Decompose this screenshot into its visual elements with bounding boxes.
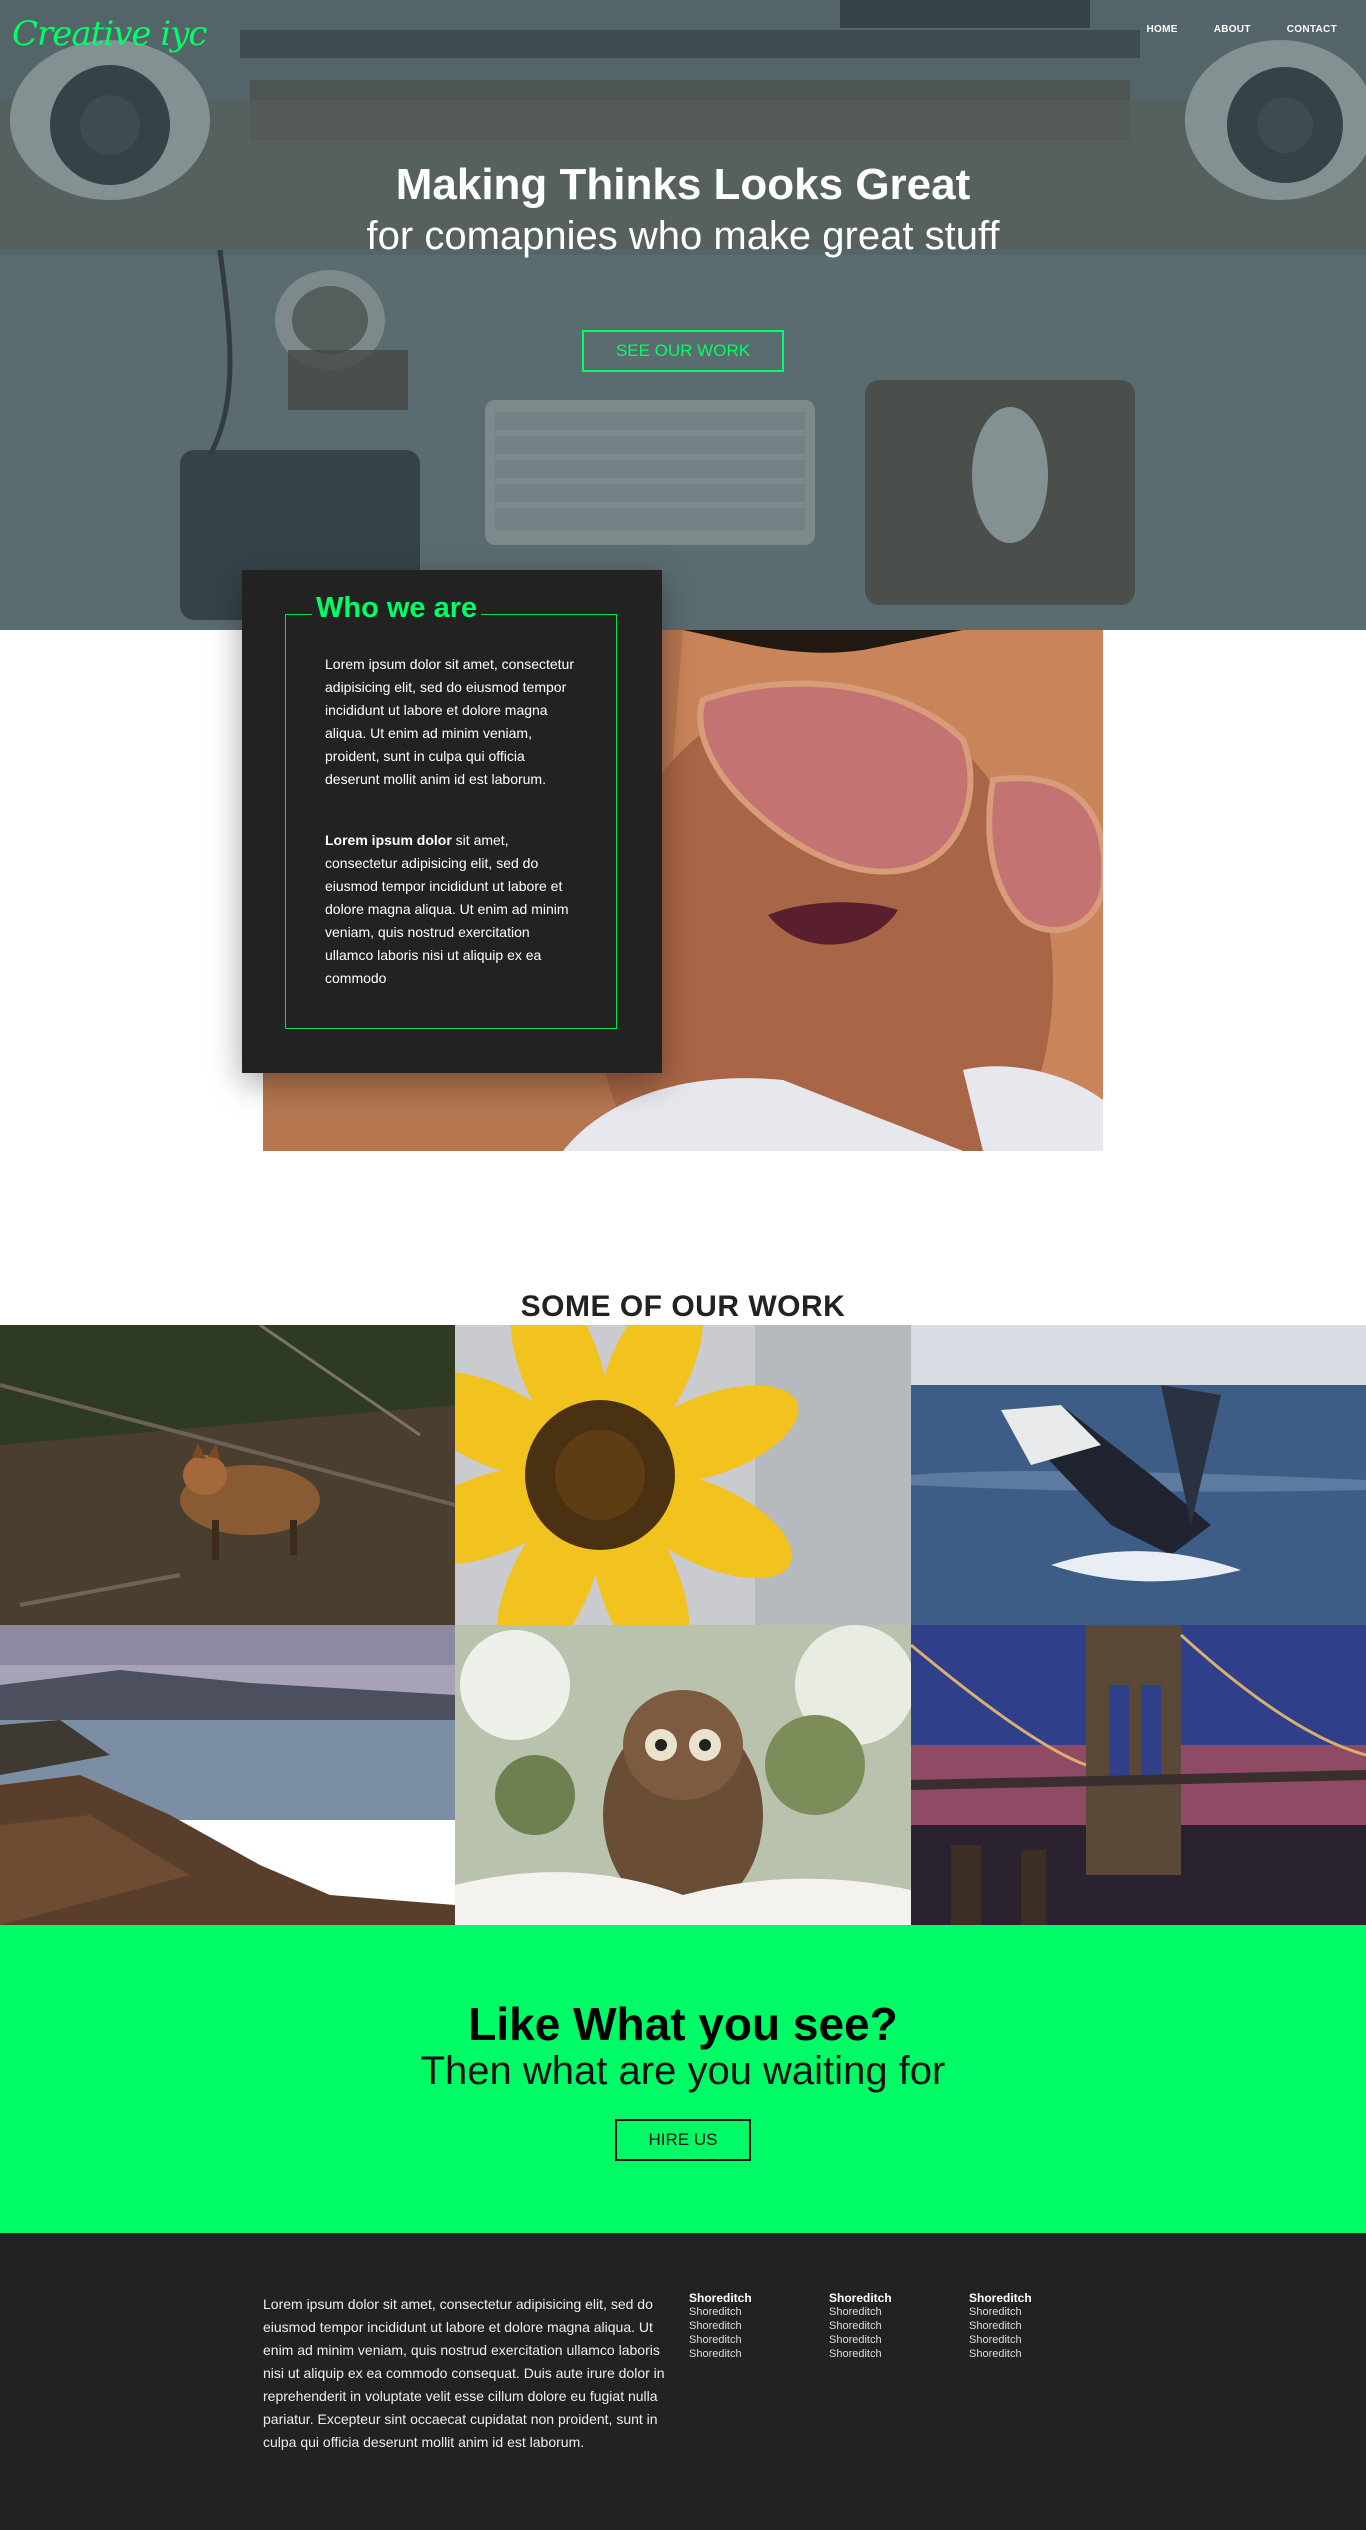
cta-subtitle: Then what are you waiting for xyxy=(420,2049,946,2093)
cta-section: Like What you see? Then what are you wai… xyxy=(0,1925,1366,2233)
work-title: SOME OF OUR WORK xyxy=(520,1290,846,1323)
footer-link[interactable]: Shoreditch xyxy=(969,2347,1089,2361)
about-paragraph-2: Lorem ipsum dolor sit amet, consectetur … xyxy=(325,829,575,990)
footer-link[interactable]: Shoreditch xyxy=(829,2319,949,2333)
work-gallery xyxy=(0,1325,1366,1925)
nav-contact-link[interactable]: CONTACT xyxy=(1287,24,1337,35)
footer-column-1: Shoreditch Shoreditch Shoreditch Shoredi… xyxy=(689,2291,809,2361)
footer-link[interactable]: Shoreditch xyxy=(829,2305,949,2319)
main-nav: HOME ABOUT CONTACT xyxy=(1146,24,1337,35)
footer-column-heading: Shoreditch xyxy=(689,2291,752,2305)
footer-link[interactable]: Shoreditch xyxy=(829,2347,949,2361)
about-paragraph-1: Lorem ipsum dolor sit amet, consectetur … xyxy=(325,656,574,787)
cta-title: Like What you see? xyxy=(468,1998,898,2050)
hero-overlay xyxy=(0,0,1366,630)
hire-us-button[interactable]: HIRE US xyxy=(615,2119,751,2161)
footer-text: Lorem ipsum dolor sit amet, consectetur … xyxy=(263,2296,665,2450)
footer-column-3: Shoreditch Shoreditch Shoreditch Shoredi… xyxy=(969,2291,1089,2361)
logo[interactable]: Creative iyc xyxy=(12,14,207,54)
who-we-are-title: Who we are xyxy=(312,592,482,625)
sunflower-photo[interactable] xyxy=(455,1325,911,1625)
footer-link[interactable]: Shoreditch xyxy=(689,2333,809,2347)
bridge-photo[interactable] xyxy=(911,1625,1366,1925)
footer-link[interactable]: Shoreditch xyxy=(969,2319,1089,2333)
see-our-work-button[interactable]: SEE OUR WORK xyxy=(582,330,784,372)
footer-link[interactable]: Shoreditch xyxy=(689,2319,809,2333)
who-we-are-card: Who we are Lorem ipsum dolor sit amet, c… xyxy=(242,570,662,1073)
footer-column-heading: Shoreditch xyxy=(829,2291,892,2305)
footer-column-2: Shoreditch Shoreditch Shoreditch Shoredi… xyxy=(829,2291,949,2361)
hero-subtitle: for comapnies who make great stuff xyxy=(366,214,1000,258)
owl-photo[interactable] xyxy=(455,1625,911,1925)
whale-photo[interactable] xyxy=(911,1325,1366,1625)
nav-home-link[interactable]: HOME xyxy=(1146,24,1177,35)
hero-title: Making Thinks Looks Great xyxy=(395,160,971,209)
footer: Lorem ipsum dolor sit amet, consectetur … xyxy=(0,2233,1366,2530)
footer-column-heading: Shoreditch xyxy=(969,2291,1032,2305)
hero-section: Creative iyc HOME ABOUT CONTACT Making T… xyxy=(0,0,1366,630)
footer-link[interactable]: Shoreditch xyxy=(969,2333,1089,2347)
footer-link[interactable]: Shoreditch xyxy=(829,2333,949,2347)
footer-link[interactable]: Shoreditch xyxy=(689,2305,809,2319)
footer-link[interactable]: Shoreditch xyxy=(969,2305,1089,2319)
about-paragraph-2-text: sit amet, consectetur adipisicing elit, … xyxy=(325,832,569,986)
about-paragraph-2-bold: Lorem ipsum dolor xyxy=(325,832,452,848)
fox-photo[interactable] xyxy=(0,1325,455,1625)
beach-photo[interactable] xyxy=(0,1625,455,1925)
nav-about-link[interactable]: ABOUT xyxy=(1214,24,1251,35)
footer-link[interactable]: Shoreditch xyxy=(689,2347,809,2361)
